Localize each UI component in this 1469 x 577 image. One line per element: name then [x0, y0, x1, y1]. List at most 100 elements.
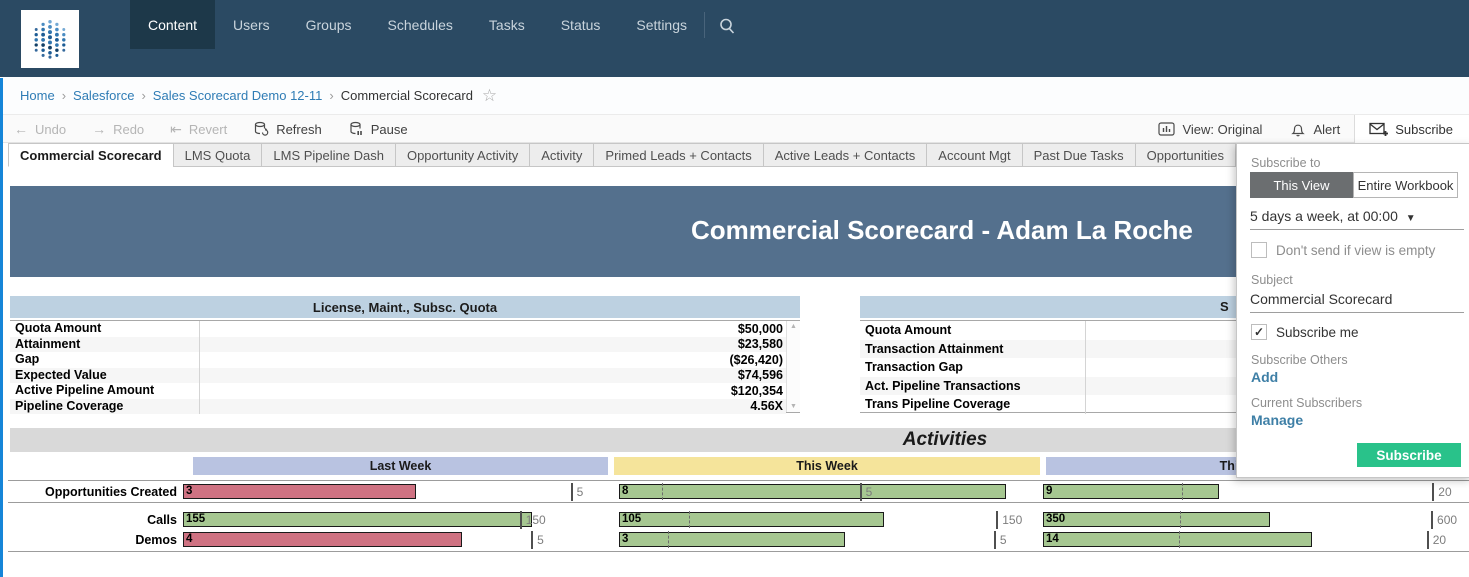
subscribe-to-label: Subscribe to [1251, 156, 1320, 170]
add-link[interactable]: Add [1251, 369, 1278, 385]
nav-divider [704, 12, 705, 38]
value-bar [1043, 532, 1312, 547]
bar-value-label: 3 [186, 485, 192, 497]
goal-reference-label: 5 [537, 533, 544, 547]
quota-table: Quota Amount$50,000Attainment$23,580Gap(… [10, 320, 800, 413]
breadcrumb-link-home[interactable]: Home [20, 88, 55, 103]
row-label-cell: Act. Pipeline Transactions [860, 377, 1086, 396]
pause-button[interactable]: Pause [348, 121, 408, 137]
tab-lms-quota[interactable]: LMS Quota [173, 143, 263, 167]
column-header-last-week: Last Week [193, 457, 608, 475]
table-row: Expected Value$74,596 [10, 368, 786, 384]
row-label-cell: Transaction Attainment [860, 340, 1086, 359]
bar-value-label: 350 [1046, 513, 1065, 525]
goal-reference-label: 150 [526, 513, 546, 527]
row-value-cell: 4.56X [200, 399, 786, 413]
bar-value-label: 105 [622, 513, 641, 525]
elapsed-dotted-line [1179, 531, 1180, 548]
dashboard-title: Commercial Scorecard - Adam La Roche [691, 215, 1193, 246]
subscribe-button-toolbar[interactable]: Subscribe [1354, 115, 1469, 143]
alert-bell-icon [1290, 121, 1306, 137]
scroll-down-icon[interactable]: ▼ [787, 403, 800, 410]
alert-button[interactable]: Alert [1276, 115, 1354, 143]
subscribe-me-checkbox[interactable]: ✓ [1251, 324, 1267, 340]
subscribe-target-toggle: This View Entire Workbook [1250, 172, 1458, 198]
favorite-star-icon[interactable]: ☆ [482, 86, 497, 106]
row-label-cell: Gap [10, 352, 200, 368]
activity-row-label-demos: Demos [0, 531, 177, 549]
elapsed-dotted-line [689, 511, 690, 528]
elapsed-dotted-line [662, 483, 663, 500]
nav-item-content[interactable]: Content [130, 0, 215, 49]
breadcrumb-link-workbook[interactable]: Sales Scorecard Demo 12-11 [153, 88, 323, 103]
bar-cell: 53 [183, 483, 595, 501]
undo-icon: ← [14, 121, 28, 137]
subject-input[interactable]: Commercial Scorecard [1250, 291, 1464, 313]
activity-row-label-opportunities-created: Opportunities Created [0, 483, 177, 501]
redo-button[interactable]: →Redo [92, 121, 144, 137]
bar-cell: 150155 [183, 511, 595, 529]
bar-cell: 600350 [1043, 511, 1445, 529]
tab-lms-pipeline-dash[interactable]: LMS Pipeline Dash [261, 143, 396, 167]
subscribe-me-label: Subscribe me [1276, 325, 1359, 340]
breadcrumb-separator-icon: › [329, 88, 333, 103]
dont-send-checkbox-row[interactable]: Don't send if view is empty [1251, 242, 1435, 258]
nav-item-tasks[interactable]: Tasks [471, 0, 543, 49]
row-value-cell: $74,596 [200, 368, 786, 382]
tab-primed-leads-contacts[interactable]: Primed Leads + Contacts [593, 143, 763, 167]
revert-button[interactable]: ⇤Revert [170, 121, 227, 138]
tab-past-due-tasks[interactable]: Past Due Tasks [1022, 143, 1136, 167]
value-bar [183, 484, 416, 499]
value-bar [619, 484, 1006, 499]
scroll-up-icon[interactable]: ▲ [787, 323, 800, 330]
nav-item-status[interactable]: Status [543, 0, 619, 49]
subscribe-submit-button[interactable]: Subscribe [1357, 443, 1461, 467]
row-value-cell: $23,580 [200, 337, 786, 351]
undo-button[interactable]: ←Undo [14, 121, 66, 137]
goal-reference-line [1431, 511, 1433, 529]
goal-reference-label: 5 [866, 485, 873, 499]
goal-reference-label: 20 [1433, 533, 1446, 547]
row-value-cell: $120,354 [200, 384, 786, 398]
nav-item-settings[interactable]: Settings [618, 0, 705, 49]
dont-send-label: Don't send if view is empty [1276, 243, 1435, 258]
breadcrumb-link-salesforce[interactable]: Salesforce [73, 88, 134, 103]
elapsed-dotted-line [1180, 511, 1181, 528]
goal-reference-line [1432, 483, 1434, 501]
nav-item-schedules[interactable]: Schedules [370, 0, 471, 49]
dont-send-checkbox[interactable] [1251, 242, 1267, 258]
subscribe-me-checkbox-row[interactable]: ✓ Subscribe me [1251, 324, 1359, 340]
refresh-button[interactable]: Refresh [253, 121, 322, 137]
tab-active-leads-contacts[interactable]: Active Leads + Contacts [763, 143, 928, 167]
bar-cell: 58 [619, 483, 1025, 501]
elapsed-dotted-line [668, 531, 669, 548]
tab-opportunity-activity[interactable]: Opportunity Activity [395, 143, 530, 167]
tab-opportunities[interactable]: Opportunities [1135, 143, 1236, 167]
entire-workbook-button[interactable]: Entire Workbook [1353, 172, 1458, 198]
tab-activity[interactable]: Activity [529, 143, 594, 167]
goal-reference-label: 5 [1000, 533, 1007, 547]
goal-reference-line [571, 483, 573, 501]
nav-item-groups[interactable]: Groups [288, 0, 370, 49]
goal-reference-line [1427, 531, 1429, 549]
schedule-select[interactable]: 5 days a week, at 00:00 ▼ [1250, 208, 1464, 230]
breadcrumb-current: Commercial Scorecard [341, 88, 473, 103]
nav-menu: ContentUsersGroupsSchedulesTasksStatusSe… [130, 0, 705, 49]
logo[interactable] [21, 10, 79, 68]
globe-logo-icon [25, 14, 75, 64]
view-original-button[interactable]: View: Original [1144, 115, 1276, 143]
this-view-button[interactable]: This View [1250, 172, 1353, 198]
table-row: Pipeline Coverage4.56X [10, 399, 786, 415]
row-divider [8, 480, 1469, 481]
trans-table-header-text: S [1220, 299, 1229, 314]
tab-account-mgt[interactable]: Account Mgt [926, 143, 1022, 167]
top-nav: ContentUsersGroupsSchedulesTasksStatusSe… [0, 0, 1469, 77]
breadcrumb: Home › Salesforce › Sales Scorecard Demo… [0, 77, 1469, 115]
tab-commercial-scorecard[interactable]: Commercial Scorecard [8, 143, 174, 167]
quota-table-scrollbar[interactable]: ▲ ▼ [786, 321, 800, 412]
bar-value-label: 9 [1046, 485, 1052, 497]
nav-item-users[interactable]: Users [215, 0, 288, 49]
search-icon[interactable] [714, 13, 740, 39]
manage-link[interactable]: Manage [1251, 412, 1303, 428]
goal-reference-label: 150 [1002, 513, 1022, 527]
